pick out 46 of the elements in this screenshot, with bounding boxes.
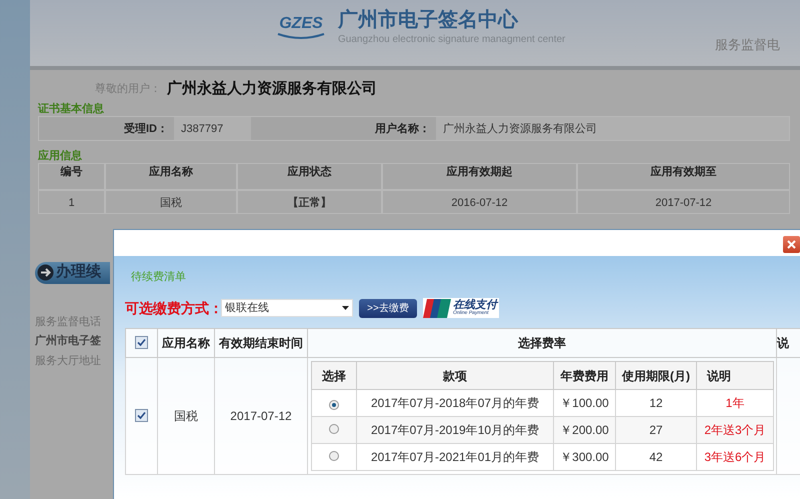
table-cell: 2017-07-12	[577, 190, 790, 214]
column-header: 编号	[38, 162, 105, 190]
table-cell: 【正常】	[237, 190, 382, 214]
card-logo-icon	[423, 298, 451, 318]
logo: GZES	[270, 16, 332, 40]
payment-label: 可选缴费方式：	[125, 298, 221, 318]
column-header: 选择费率	[308, 328, 776, 358]
field-value: J387797	[174, 116, 251, 140]
column-header: 应用有效期起	[382, 162, 577, 190]
user-name: 广州永益人力资源服务有限公司	[167, 79, 377, 99]
table-cell: 国税	[158, 358, 214, 474]
caret-icon	[342, 306, 349, 310]
table-cell: 2017-07-12	[214, 358, 308, 474]
table-cell: 2016-07-12	[382, 190, 577, 214]
close-button[interactable]	[783, 236, 800, 253]
pay-button[interactable]: >>去缴费	[359, 298, 417, 318]
column-header: 应用名称	[105, 162, 237, 190]
checkbox[interactable]	[135, 409, 148, 422]
radio-button[interactable]	[329, 400, 339, 410]
table-cell: 国税	[105, 190, 237, 214]
info-line: 服务大厅地址	[35, 354, 102, 368]
table-cell: 42	[616, 444, 696, 470]
dialog-title: 待续费清单	[131, 271, 186, 283]
section-title: 证书基本信息	[38, 102, 104, 116]
table-cell: 3年送6个月	[696, 444, 774, 470]
radio-button[interactable]	[329, 451, 339, 461]
table-cell: 2017年07月-2021年01月的年费	[356, 444, 554, 470]
column-header: 款项	[356, 362, 554, 390]
column-header: 应用有效期至	[577, 162, 790, 190]
column-header: 选择	[312, 362, 356, 390]
info-line: 广州市电子签	[35, 334, 102, 349]
info-line: 服务监督电话	[35, 314, 102, 330]
section-title: 应用信息	[38, 150, 82, 162]
site-title: 广州市电子签名中心	[338, 8, 520, 32]
hotline-text: 服务监督电	[715, 36, 780, 54]
payment-select[interactable]: 银联在线	[221, 299, 353, 317]
column-header: 应用状态	[237, 162, 382, 190]
close-icon	[787, 240, 796, 249]
online-pay-title: 在线支付	[453, 300, 497, 311]
field-value: 广州永益人力资源服务有限公司	[436, 116, 789, 140]
checkbox[interactable]	[135, 336, 148, 349]
table-cell: 1	[38, 190, 105, 214]
field-label: 用户名称：	[374, 122, 431, 136]
field-label: 受理ID：	[123, 122, 169, 136]
table-cell: ￥300.00	[554, 444, 616, 470]
radio-button[interactable]	[329, 424, 339, 434]
